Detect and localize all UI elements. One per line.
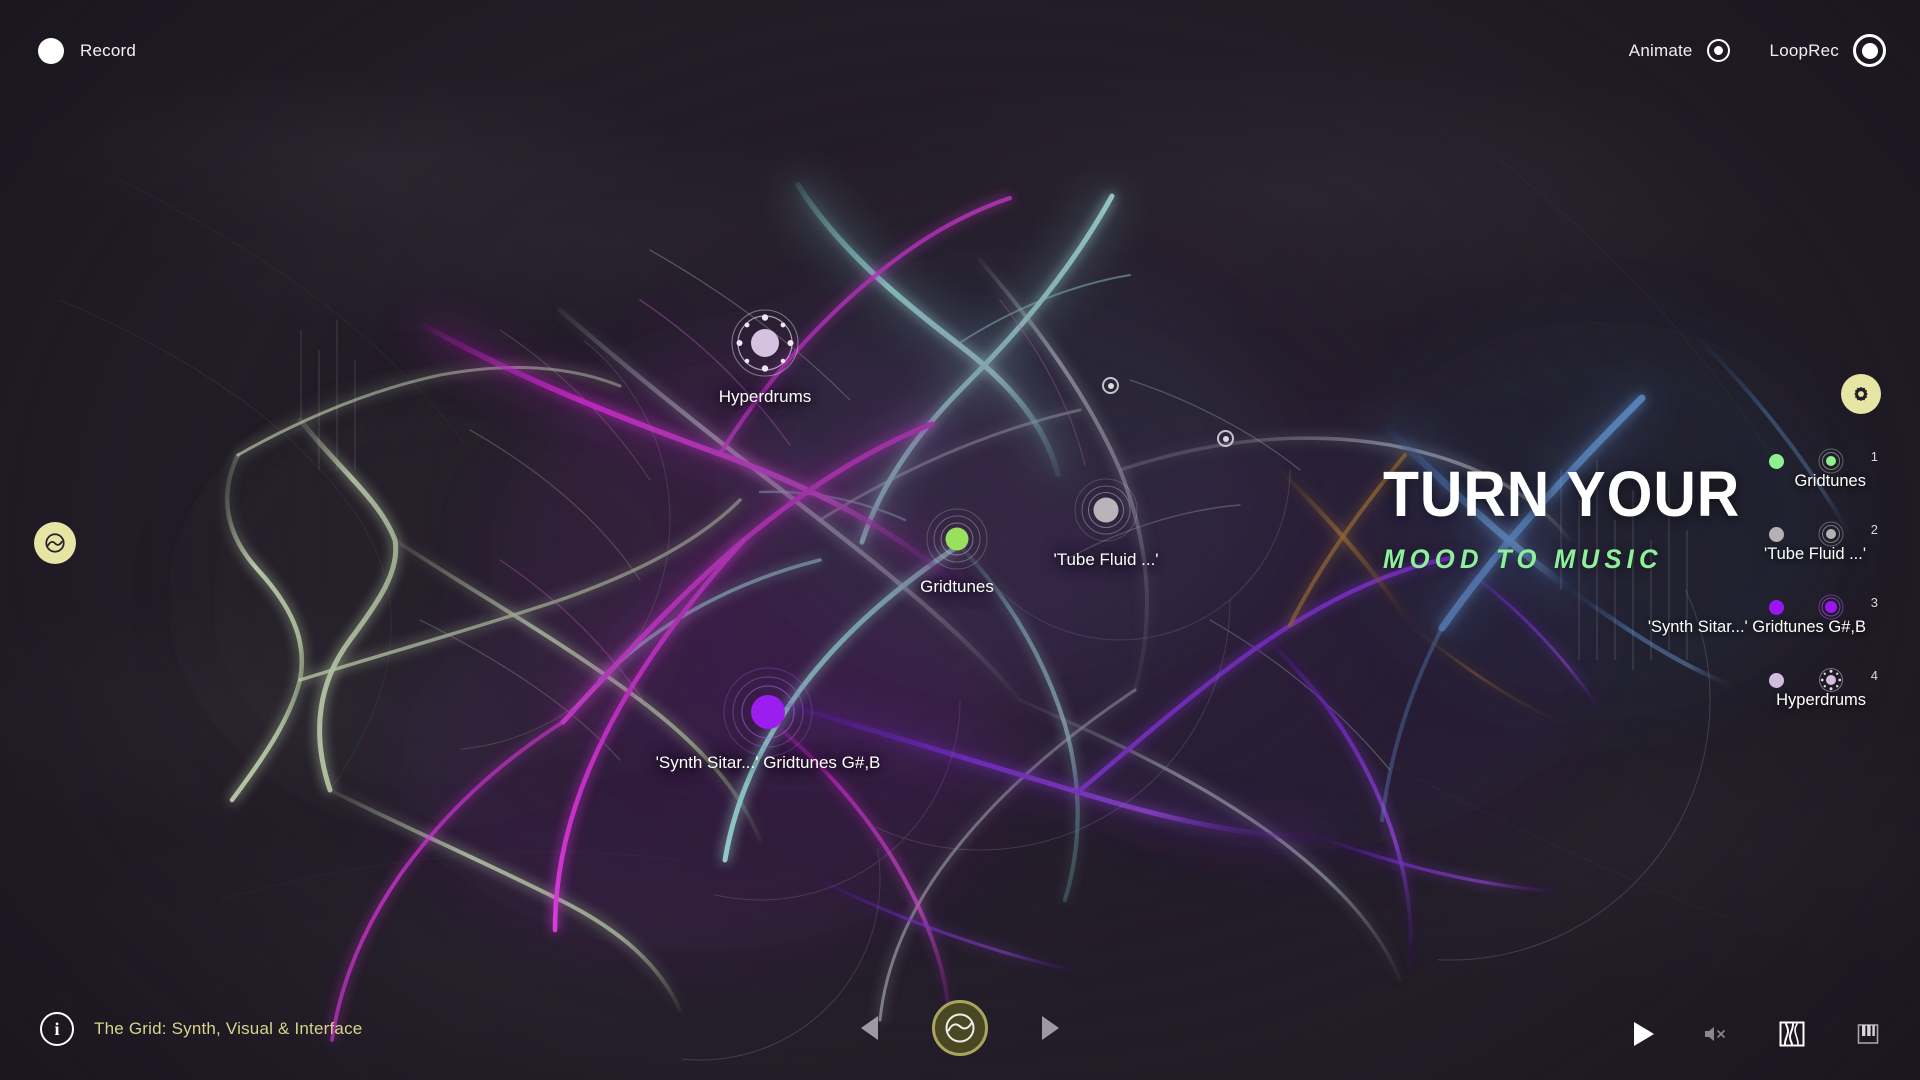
canvas-node-label: Hyperdrums — [718, 387, 812, 406]
play-icon[interactable] — [1634, 1022, 1654, 1046]
looprec-ring-icon[interactable] — [1853, 34, 1886, 67]
concentric-ring-icon[interactable] — [1818, 594, 1844, 620]
top-bar: Record Animate LoopRec — [0, 0, 1920, 86]
record-dot-icon[interactable] — [38, 38, 64, 64]
track-number: 4 — [1870, 668, 1878, 683]
gear-icon — [1854, 386, 1868, 402]
bottom-right-controls — [1634, 1020, 1882, 1048]
track-list: 1 Gridtunes 2 'Tube Fluid ...' 3 'Synth … — [1560, 448, 1900, 740]
satellite-ring-icon[interactable] — [1818, 667, 1844, 693]
canvas-node-label: 'Tube Fluid ...' — [1053, 550, 1159, 569]
track-color-dot[interactable] — [1769, 453, 1784, 469]
track-color-dot[interactable] — [1769, 672, 1784, 688]
concentric-ring-icon[interactable] — [1818, 521, 1844, 547]
transport-controls — [861, 1000, 1059, 1056]
track-icons — [1769, 667, 1844, 693]
node-dot-icon[interactable] — [716, 660, 820, 764]
next-triangle-icon[interactable] — [1042, 1016, 1059, 1040]
track-number: 3 — [1870, 595, 1878, 610]
track-name: 'Synth Sitar...' Gridtunes G#,B — [1647, 618, 1866, 636]
target-marker-icon[interactable] — [1102, 377, 1119, 394]
prev-triangle-icon[interactable] — [861, 1016, 878, 1040]
grid-logo-button[interactable] — [932, 1000, 988, 1056]
track-row[interactable]: 3 'Synth Sitar...' Gridtunes G#,B — [1560, 594, 1900, 667]
canvas-node-label: 'Synth Sitar...' Gridtunes G#,B — [655, 753, 881, 772]
track-number: 2 — [1870, 522, 1878, 537]
record-button[interactable]: Record — [38, 38, 136, 64]
app-window: Record Animate LoopRec TURN YOUR MOOD TO… — [0, 0, 1920, 1080]
track-row[interactable]: 4 Hyperdrums — [1560, 667, 1900, 740]
track-row[interactable]: 1 Gridtunes — [1560, 448, 1900, 521]
piano-keys-icon[interactable] — [1854, 1020, 1882, 1048]
track-name: 'Tube Fluid ...' — [1764, 545, 1866, 563]
animate-label: Animate — [1628, 40, 1693, 60]
node-dot-icon[interactable] — [920, 502, 994, 576]
node-dot-icon[interactable] — [1068, 472, 1144, 548]
track-name: Gridtunes — [1794, 472, 1866, 490]
track-number: 1 — [1870, 449, 1878, 464]
track-name: Hyperdrums — [1776, 691, 1866, 709]
preset-name-label: The Grid: Synth, Visual & Interface — [94, 1019, 363, 1038]
track-row[interactable]: 2 'Tube Fluid ...' — [1560, 521, 1900, 594]
concentric-ring-icon[interactable] — [1818, 448, 1844, 474]
info-icon[interactable]: i — [40, 1012, 74, 1046]
track-icons — [1769, 448, 1844, 474]
info-group: i The Grid: Synth, Visual & Interface — [40, 1012, 362, 1046]
track-icons — [1769, 594, 1844, 620]
grid-logo-icon — [945, 1013, 975, 1043]
record-label: Record — [80, 41, 137, 60]
wave-swirl-icon — [45, 533, 65, 553]
bottom-bar: i The Grid: Synth, Visual & Interface — [0, 970, 1920, 1080]
looprec-label: LoopRec — [1769, 40, 1839, 60]
settings-button[interactable] — [1841, 374, 1881, 414]
track-color-dot[interactable] — [1769, 526, 1784, 542]
track-color-dot[interactable] — [1769, 599, 1784, 615]
speaker-muted-icon[interactable] — [1702, 1020, 1730, 1048]
animate-toggle[interactable]: Animate — [1629, 39, 1730, 62]
wave-swirl-button[interactable] — [34, 522, 76, 564]
canvas-node-label: Gridtunes — [920, 577, 994, 596]
automation-curves-icon[interactable] — [1778, 1020, 1806, 1048]
track-icons — [1769, 521, 1844, 547]
looprec-toggle[interactable]: LoopRec — [1770, 34, 1886, 67]
top-right-controls: Animate LoopRec — [1629, 34, 1886, 67]
satellite-ring-icon[interactable] — [726, 304, 804, 382]
target-marker-icon[interactable] — [1217, 430, 1234, 447]
animate-ring-icon[interactable] — [1706, 39, 1730, 62]
